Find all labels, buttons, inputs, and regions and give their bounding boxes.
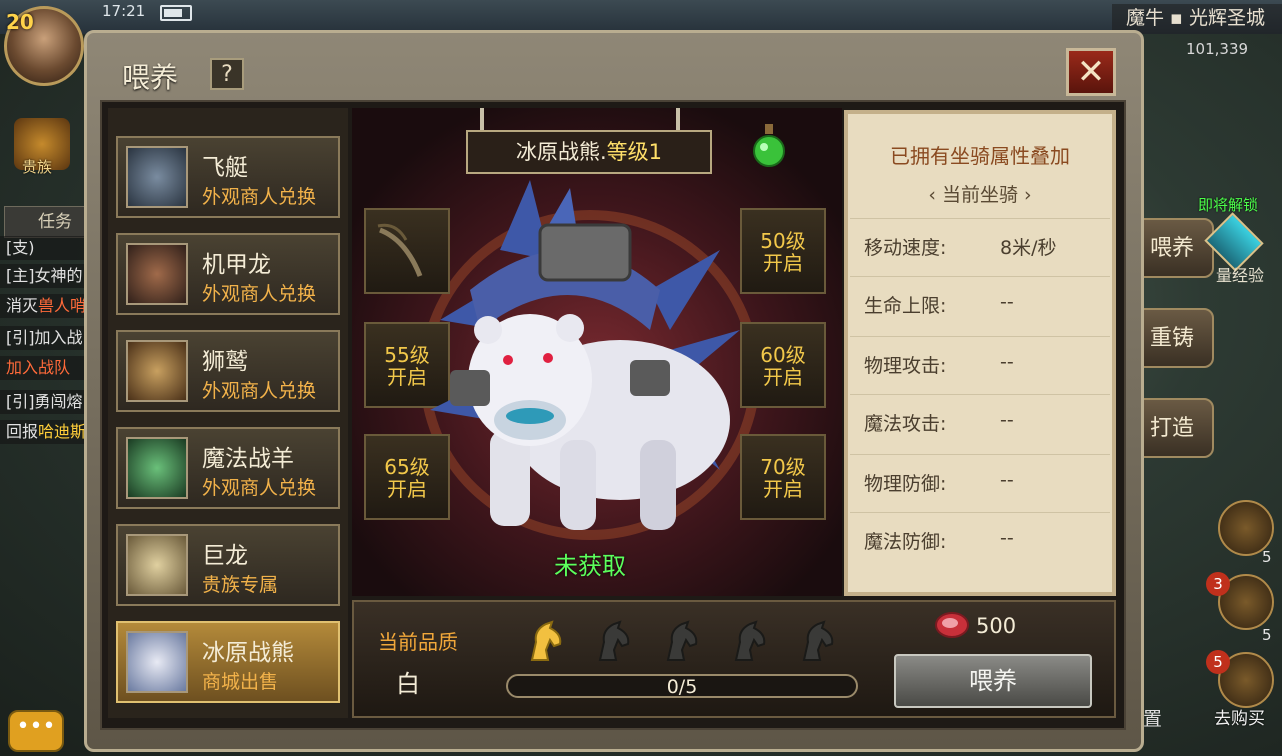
mount-name: 机甲龙 [202,252,271,278]
showcase-mount-level: 等级1 [606,140,663,164]
mount-name: 巨龙 [202,543,248,569]
attr-label: 魔法攻击: [864,413,947,435]
attribute-subheading: ‹ 当前坐骑 › [928,184,1032,206]
feed-cost: 500 [976,614,1017,638]
mount-item-griffin[interactable]: 狮鹫 外观商人兑换 [116,330,340,412]
attr-value: -- [1000,409,1014,431]
mount-name: 魔法战羊 [202,446,294,472]
attr-row-magic-atk: 魔法攻击: -- [850,394,1110,450]
equip-slot-lv50[interactable]: 50级 开启 [740,208,826,294]
attr-label: 物理防御: [864,473,947,495]
quality-star-empty-icon [802,620,834,661]
noble-label: 贵族 [22,158,53,176]
side-count: 5 [1262,548,1272,566]
mount-item-magic-ram[interactable]: 魔法战羊 外观商人兑换 [116,427,340,509]
attribute-heading: 已拥有坐骑属性叠加 [890,144,1070,168]
notify-badge: 5 [1206,650,1230,674]
feed-button[interactable]: 喂养 [894,654,1092,708]
ice-bear-model [430,180,740,530]
quality-star-empty-icon [598,620,630,661]
dialog-title: 喂养 [122,61,179,94]
attr-row-phys-def: 物理防御: -- [850,454,1110,510]
attr-label: 移动速度: [864,237,947,259]
plate-chain [676,108,680,130]
buy-label[interactable]: 去购买 [1214,704,1265,729]
attr-label: 魔法防御: [864,531,947,553]
mount-source: 贵族专属 [202,574,279,596]
quality-star-empty-icon [734,620,766,661]
quality-label: 当前品质 [378,630,458,654]
griffin-thumb [126,340,188,402]
showcase-mount-name: 冰原战熊. [515,140,607,164]
quality-star-filled-icon [530,620,562,661]
meat-icon [935,612,969,638]
mount-source: 外观商人兑换 [202,283,317,305]
potion-icon[interactable] [752,124,786,168]
mount-source: 外观商人兑换 [202,186,317,208]
attr-value: -- [1000,527,1014,549]
attr-value: 8米/秒 [1000,237,1057,259]
attr-row-phys-atk: 物理攻击: -- [850,336,1110,392]
clock: 17:21 [102,2,146,20]
ice-bear-thumb [126,631,188,693]
quality-value: 白 [396,670,420,698]
notify-badge: 3 [1206,572,1230,596]
acquire-status: 未获取 [554,552,626,580]
mount-name: 冰原战熊 [202,640,294,666]
plate-chain [480,108,484,130]
side-count: 5 [1262,626,1272,644]
mount-source: 商城出售 [202,671,279,693]
exp-tag: 量经验 [1216,266,1265,285]
battery-icon [160,5,192,21]
mount-item-giant-dragon[interactable]: 巨龙 贵族专属 [116,524,340,606]
quality-star-empty-icon [666,620,698,661]
mount-source: 外观商人兑换 [202,477,317,499]
mecha-dragon-thumb [126,243,188,305]
mount-name: 飞艇 [202,155,248,181]
giant-dragon-thumb [126,534,188,596]
magic-ram-thumb [126,437,188,499]
attr-value: -- [1000,469,1014,491]
attr-value: -- [1000,291,1014,313]
progress-text: 0/5 [666,676,698,698]
equip-slot-lv60[interactable]: 60级 开启 [740,322,826,408]
location-label: 魔牛 ▪ 光辉圣城 [1112,4,1282,34]
mount-list[interactable]: 飞艇 外观商人兑换 机甲龙 外观商人兑换 狮鹫 外观商人兑换 魔法战羊 外观商人… [108,108,348,718]
mount-item-ice-bear[interactable]: 冰原战熊 商城出售 [116,621,340,703]
attr-row-speed: 移动速度: 8米/秒 [850,218,1110,274]
unlock-tag: 即将解锁 [1198,196,1259,214]
airship-thumb [126,146,188,208]
attr-label: 物理攻击: [864,355,947,377]
help-button[interactable]: ? [210,58,244,90]
attr-value: -- [1000,351,1014,373]
attr-row-hp: 生命上限: -- [850,276,1110,332]
mount-name: 狮鹫 [202,349,248,375]
player-level: 20 [6,10,34,34]
chat-button[interactable]: ••• [8,710,64,752]
mount-item-airship[interactable]: 飞艇 外观商人兑换 [116,136,340,218]
mount-item-mecha-dragon[interactable]: 机甲龙 外观商人兑换 [116,233,340,315]
close-button[interactable]: ✕ [1066,48,1116,96]
top-status-bar [0,0,1282,34]
attr-label: 生命上限: [864,295,947,317]
mount-source: 外观商人兑换 [202,380,317,402]
attr-row-magic-def: 魔法防御: -- [850,512,1110,568]
equip-slot-lv70[interactable]: 70级 开启 [740,434,826,520]
map-coords: 101,339 [1186,40,1249,58]
mount-name-plate: 冰原战熊.等级1 [466,130,712,174]
